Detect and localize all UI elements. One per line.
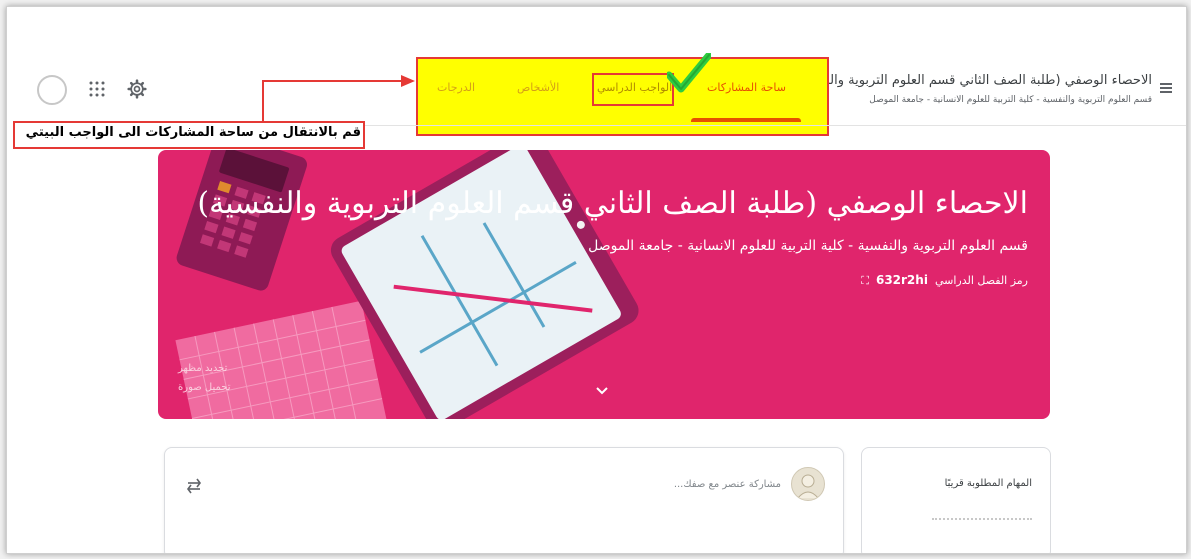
browser-frame: الاحصاء الوصفي (طلبة الصف الثاني قسم الع…: [6, 6, 1187, 554]
chevron-down-icon[interactable]: [595, 386, 609, 396]
class-subtitle: قسم العلوم التربوية والنفسية - كلية التر…: [869, 95, 1152, 105]
annotation-arrow-icon: [262, 75, 415, 123]
check-icon: [667, 53, 711, 93]
tab-people[interactable]: الأشخاص: [517, 81, 559, 94]
upload-photo-link[interactable]: تحميل صورة: [178, 382, 231, 393]
fullscreen-icon[interactable]: ⛶: [861, 274, 869, 287]
customize-link[interactable]: تحديد مظهر: [178, 363, 227, 374]
upcoming-title: المهام المطلوبة قريبًا: [944, 478, 1032, 489]
classwork-highlight-box: [592, 73, 674, 106]
upcoming-placeholder: [932, 518, 1032, 524]
share-input[interactable]: مشاركة عنصر مع صفك...: [674, 479, 781, 490]
class-code-value[interactable]: 632r2hi: [876, 273, 928, 287]
instruction-callout-text: قم بالانتقال من ساحة المشاركات الى الواج…: [25, 125, 361, 140]
banner-title: الاحصاء الوصفي (طلبة الصف الثاني قسم الع…: [197, 186, 1028, 221]
class-code-row: رمز الفصل الدراسي 632r2hi ⛶: [861, 273, 1028, 288]
user-avatar: [791, 467, 825, 501]
class-title[interactable]: الاحصاء الوصفي (طلبة الصف الثاني قسم الع…: [772, 73, 1152, 88]
active-tab-indicator: [691, 118, 801, 122]
class-banner: الاحصاء الوصفي (طلبة الصف الثاني قسم الع…: [158, 150, 1050, 419]
tab-stream[interactable]: ساحة المشاركات: [707, 81, 786, 94]
tab-grades[interactable]: الدرجات: [437, 81, 475, 94]
class-code-label: رمز الفصل الدراسي: [934, 274, 1028, 287]
apps-icon[interactable]: [89, 81, 105, 97]
repost-icon[interactable]: [185, 476, 203, 496]
gear-icon[interactable]: [127, 79, 147, 99]
banner-subtitle: قسم العلوم التربوية والنفسية - كلية التر…: [588, 238, 1028, 254]
menu-icon[interactable]: [1160, 83, 1172, 95]
upcoming-card: المهام المطلوبة قريبًا: [861, 447, 1051, 553]
share-card[interactable]: مشاركة عنصر مع صفك...: [164, 447, 844, 553]
avatar[interactable]: [37, 75, 67, 105]
